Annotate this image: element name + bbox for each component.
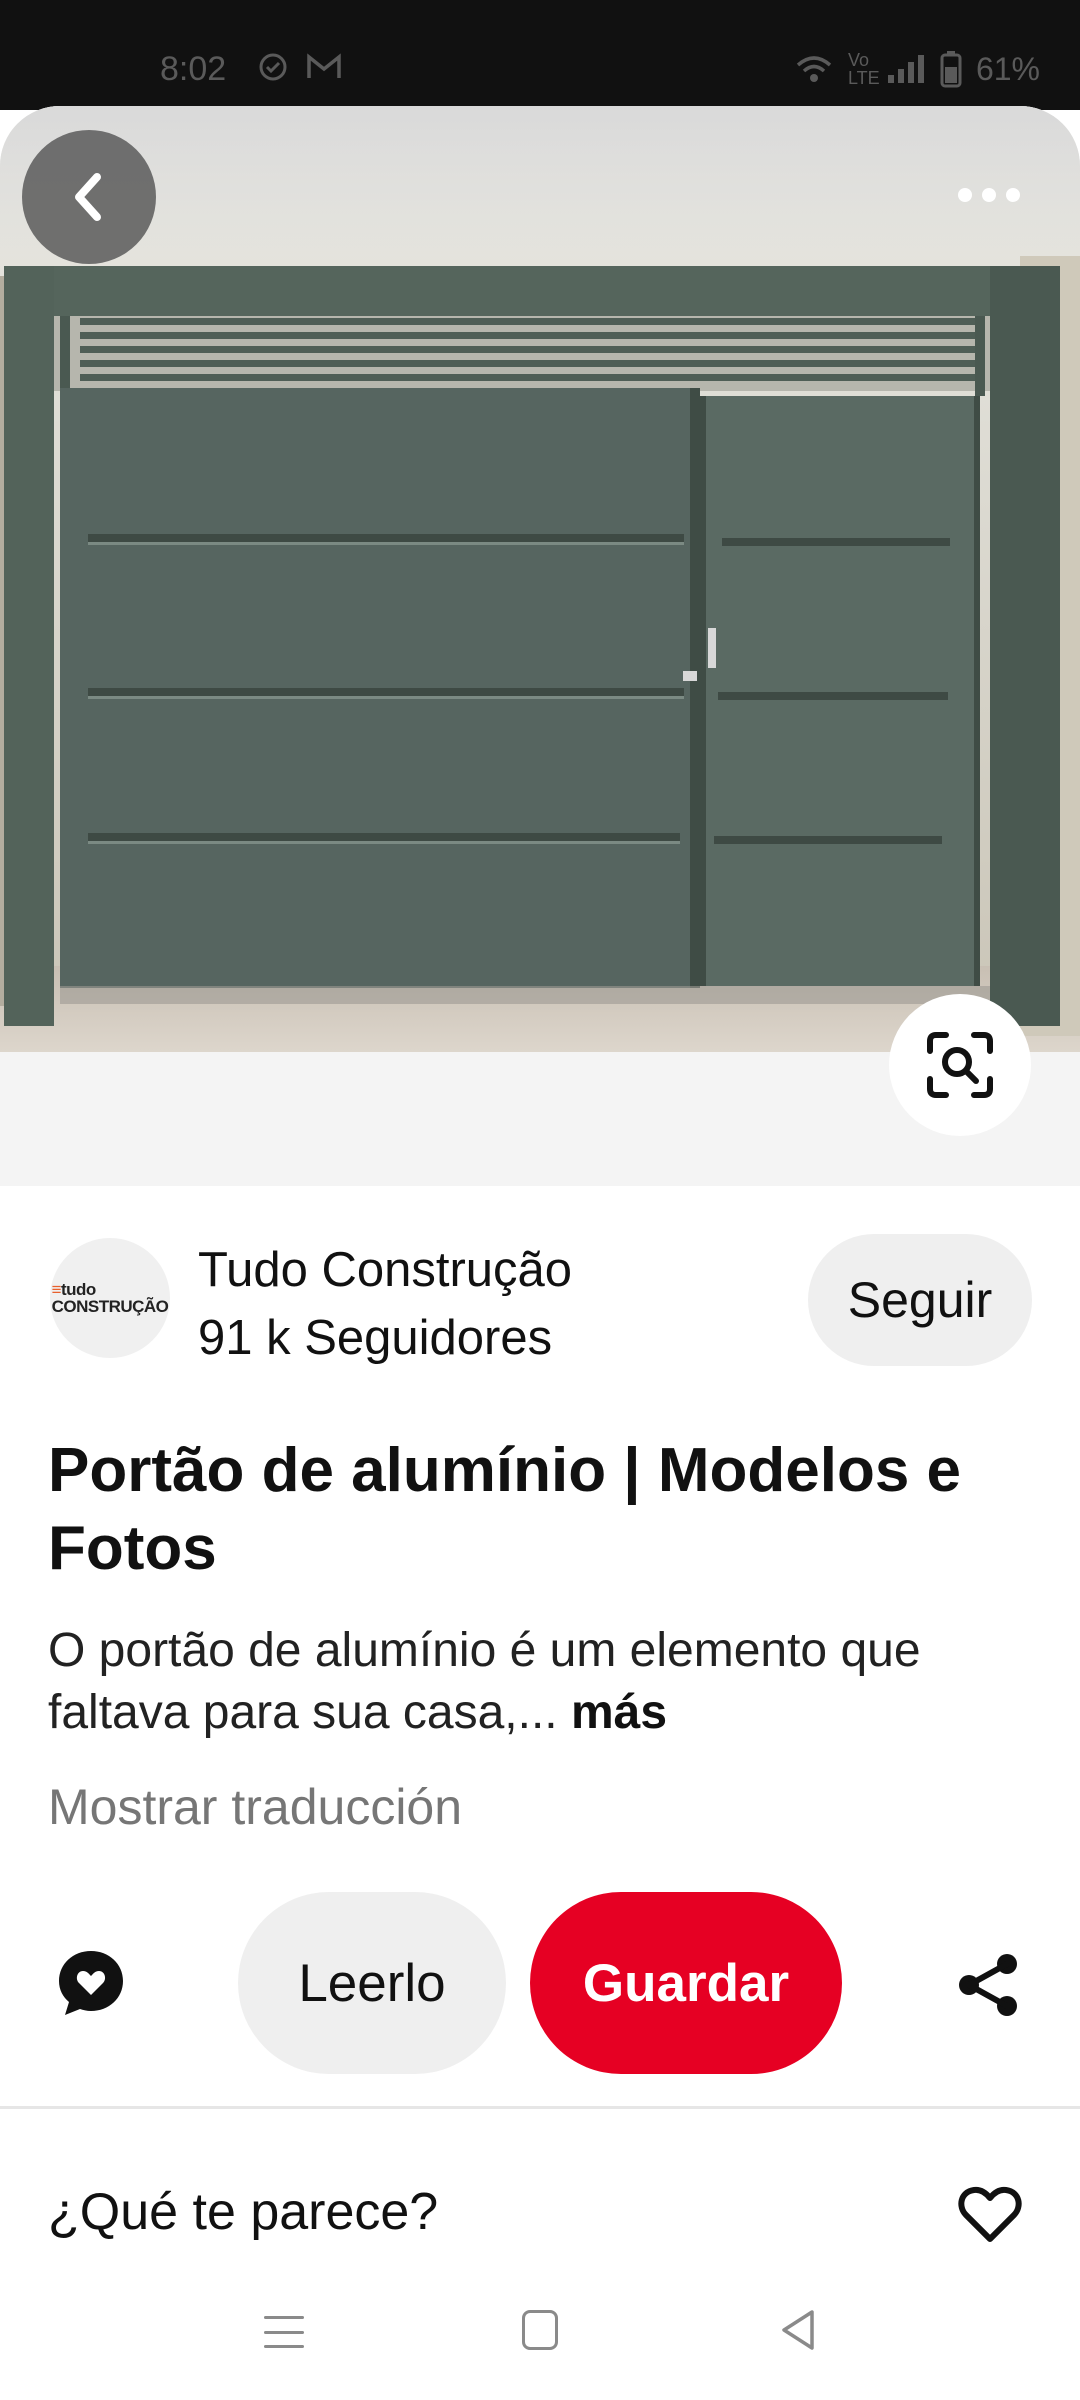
more-dot xyxy=(982,188,996,202)
creator-avatar[interactable]: ≡tudo CONSTRUÇÃO xyxy=(50,1238,170,1358)
more-link[interactable]: más xyxy=(571,1686,667,1739)
pin-title: Portão de alumínio | Modelos e Fotos xyxy=(48,1436,962,1583)
battery-icon xyxy=(940,51,962,88)
creator-followers: 91 k Seguidores xyxy=(198,1311,553,1365)
reaction-question: ¿Qué te parece? xyxy=(48,2183,439,2241)
chevron-left-icon xyxy=(75,173,101,221)
save-button[interactable]: Guardar xyxy=(530,1892,842,2074)
show-translation-link[interactable]: Mostrar traducción xyxy=(48,1778,462,1836)
creator-row: ≡tudo CONSTRUÇÃO Tudo Construção 91 k Se… xyxy=(0,1230,1080,1380)
pin-description-text: O portão de alumínio é um elemento que f… xyxy=(48,1624,921,1739)
battery-percent: 61% xyxy=(975,50,1040,87)
share-icon xyxy=(959,1954,1017,2016)
share-button[interactable] xyxy=(944,1940,1034,2030)
action-bar: Leerlo Guardar xyxy=(0,1892,1080,2078)
wifi-icon xyxy=(796,56,832,82)
read-it-button[interactable]: Leerlo xyxy=(238,1892,506,2074)
comment-heart-icon xyxy=(59,1951,123,2015)
avatar-logo: ≡tudo CONSTRUÇÃO xyxy=(51,1280,169,1316)
notification-icons xyxy=(258,52,342,82)
visual-search-button[interactable] xyxy=(889,994,1031,1136)
system-nav-bar xyxy=(0,2290,1080,2400)
recents-icon[interactable] xyxy=(262,2310,306,2354)
react-heart-button[interactable] xyxy=(950,2176,1030,2252)
home-icon[interactable] xyxy=(522,2310,558,2350)
section-divider xyxy=(0,2106,1080,2109)
follow-button[interactable]: Seguir xyxy=(808,1234,1032,1366)
more-options-button[interactable] xyxy=(944,165,1034,225)
heart-outline-icon xyxy=(958,2186,1022,2242)
comment-button[interactable] xyxy=(48,1940,134,2026)
visual-search-icon xyxy=(927,1032,993,1098)
status-time: 8:02 xyxy=(160,50,227,88)
pin-description: O portão de alumínio é um elemento que f… xyxy=(48,1620,1048,1744)
back-icon[interactable] xyxy=(778,2308,818,2352)
back-button[interactable] xyxy=(22,130,156,264)
status-bar: 8:02 Vo LTE 61% xyxy=(0,0,1080,110)
more-horizontal-icon xyxy=(958,188,972,202)
image-top-fade xyxy=(0,106,1080,256)
creator-name[interactable]: Tudo Construção xyxy=(198,1242,572,1298)
status-right: Vo LTE 61% xyxy=(794,50,1040,88)
more-dot xyxy=(1006,188,1020,202)
gmail-icon xyxy=(307,53,341,78)
volte-icon: Vo LTE xyxy=(847,50,880,88)
check-circle-icon xyxy=(259,53,287,81)
avatar-logo-text-bottom: CONSTRUÇÃO xyxy=(51,1297,169,1316)
signal-icon xyxy=(887,55,924,83)
